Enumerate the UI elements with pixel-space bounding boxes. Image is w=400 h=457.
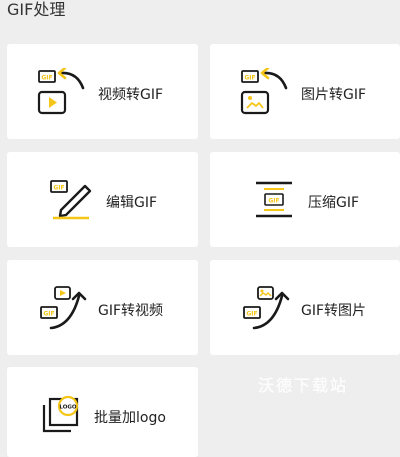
- svg-text:GIF: GIF: [244, 75, 255, 82]
- edit-gif-label: 编辑GIF: [106, 195, 158, 211]
- svg-text:GIF: GIF: [268, 198, 279, 205]
- svg-text:LOGO: LOGO: [59, 405, 76, 411]
- svg-text:GIF: GIF: [43, 311, 54, 318]
- compress-gif-label: 压缩GIF: [308, 195, 360, 211]
- image-to-gif-icon: GIF: [240, 68, 288, 115]
- batch-logo-icon: LOGO: [42, 395, 79, 433]
- svg-text:GIF: GIF: [246, 311, 257, 318]
- section-title: GIF处理: [7, 0, 66, 19]
- gif-to-video-label: GIF转视频: [98, 303, 164, 319]
- gif-to-video-card[interactable]: GIF GIF转视频: [7, 260, 198, 355]
- video-to-gif-card[interactable]: GIF 视频转GIF: [7, 44, 198, 139]
- batch-logo-card[interactable]: LOGO 批量加logo: [7, 367, 198, 457]
- compress-gif-icon: GIF: [256, 181, 292, 218]
- edit-gif-card[interactable]: GIF 编辑GIF: [7, 152, 198, 247]
- compress-gif-card[interactable]: GIF 压缩GIF: [210, 152, 400, 247]
- edit-gif-icon: GIF: [50, 180, 92, 220]
- svg-text:GIF: GIF: [53, 185, 64, 192]
- watermark-text: 沃德下载站: [258, 376, 349, 395]
- gif-to-video-icon: GIF: [40, 286, 87, 330]
- image-to-gif-label: 图片转GIF: [301, 87, 367, 103]
- gif-to-image-card[interactable]: GIF GIF转图片: [210, 260, 400, 355]
- gif-to-image-label: GIF转图片: [301, 303, 367, 319]
- image-to-gif-card[interactable]: GIF 图片转GIF: [210, 44, 400, 139]
- svg-text:GIF: GIF: [41, 75, 52, 82]
- video-to-gif-icon: GIF: [37, 68, 85, 115]
- video-to-gif-label: 视频转GIF: [98, 87, 164, 103]
- gif-to-image-icon: GIF: [243, 286, 290, 330]
- batch-logo-label: 批量加logo: [94, 410, 166, 426]
